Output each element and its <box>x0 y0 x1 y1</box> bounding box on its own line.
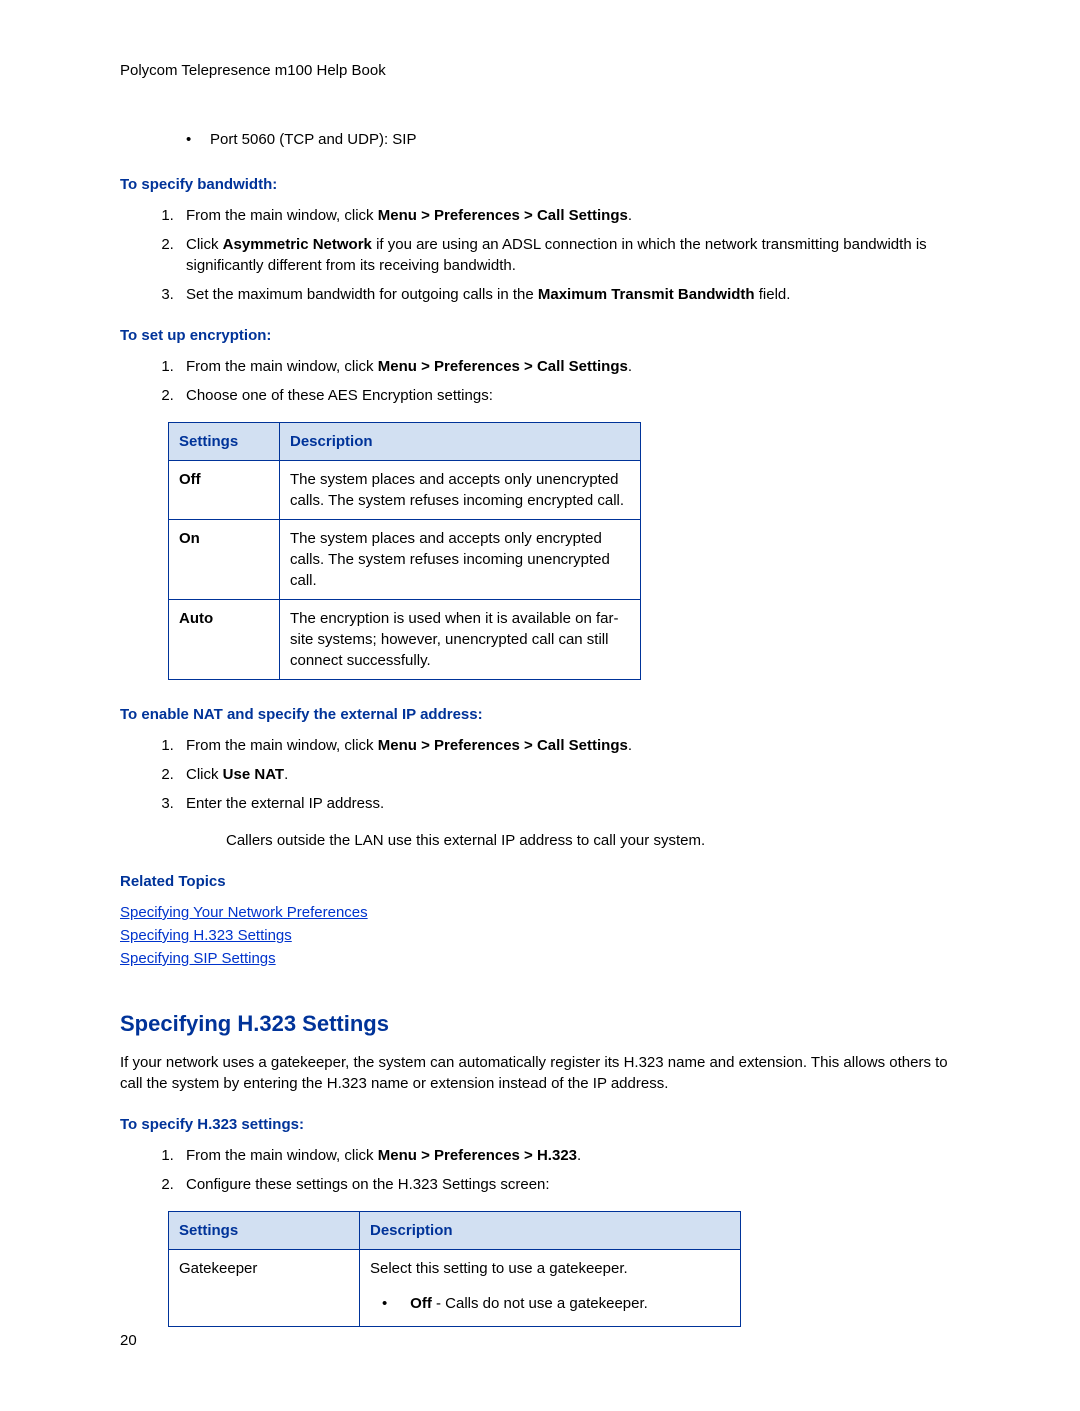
col-description: Description <box>280 423 641 461</box>
gatekeeper-options: Off - Calls do not use a gatekeeper. <box>370 1293 730 1314</box>
text: - Calls do not use a gatekeeper. <box>432 1295 648 1312</box>
heading-related: Related Topics <box>120 871 970 892</box>
h323-table: Settings Description Gatekeeper Select t… <box>168 1211 741 1327</box>
bandwidth-step-2: Click Asymmetric Network if you are usin… <box>178 234 970 276</box>
table-header-row: Settings Description <box>169 423 641 461</box>
col-description: Description <box>360 1211 741 1249</box>
text: . <box>628 737 632 754</box>
h323-intro: If your network uses a gatekeeper, the s… <box>120 1052 970 1094</box>
menu-path: Menu > Preferences > Call Settings <box>378 737 628 754</box>
nat-step-1: From the main window, click Menu > Prefe… <box>178 735 970 756</box>
field-name: Maximum Transmit Bandwidth <box>538 286 755 303</box>
heading-bandwidth: To specify bandwidth: <box>120 174 970 195</box>
text: . <box>628 207 632 224</box>
description-cell: The system places and accepts only unenc… <box>280 461 641 520</box>
option-name: Use NAT <box>223 766 284 783</box>
related-link-sip[interactable]: Specifying SIP Settings <box>120 948 276 969</box>
related-link-h323[interactable]: Specifying H.323 Settings <box>120 925 292 946</box>
text: . <box>284 766 288 783</box>
text: . <box>577 1147 581 1164</box>
gatekeeper-option-off: Off - Calls do not use a gatekeeper. <box>406 1293 730 1314</box>
desc-line: Select this setting to use a gatekeeper. <box>370 1258 730 1279</box>
port-list: Port 5060 (TCP and UDP): SIP <box>120 129 970 150</box>
encryption-step-1: From the main window, click Menu > Prefe… <box>178 356 970 377</box>
text: From the main window, click <box>186 358 378 375</box>
menu-path: Menu > Preferences > Call Settings <box>378 358 628 375</box>
text: . <box>628 358 632 375</box>
encryption-step-2: Choose one of these AES Encryption setti… <box>178 385 970 406</box>
text: From the main window, click <box>186 737 378 754</box>
encryption-table: Settings Description Off The system plac… <box>168 422 641 680</box>
menu-path: Menu > Preferences > Call Settings <box>378 207 628 224</box>
page-number: 20 <box>120 1330 137 1351</box>
encryption-steps: From the main window, click Menu > Prefe… <box>120 356 970 406</box>
text: field. <box>755 286 791 303</box>
h323-title: Specifying H.323 Settings <box>120 1009 970 1040</box>
description-cell: Select this setting to use a gatekeeper.… <box>360 1249 741 1326</box>
nat-steps: From the main window, click Menu > Prefe… <box>120 735 970 814</box>
option-name: Off <box>410 1295 432 1312</box>
document-header: Polycom Telepresence m100 Help Book <box>120 60 970 81</box>
table-row: Auto The encryption is used when it is a… <box>169 600 641 680</box>
setting-cell: Off <box>169 461 280 520</box>
description-cell: The system places and accepts only encry… <box>280 520 641 600</box>
bandwidth-steps: From the main window, click Menu > Prefe… <box>120 205 970 305</box>
document-page: Polycom Telepresence m100 Help Book Port… <box>0 0 1080 1411</box>
table-row: On The system places and accepts only en… <box>169 520 641 600</box>
text: Click <box>186 766 223 783</box>
text: From the main window, click <box>186 207 378 224</box>
setting-cell: Gatekeeper <box>169 1249 360 1326</box>
related-link-network-prefs[interactable]: Specifying Your Network Preferences <box>120 902 368 923</box>
h323-step-2: Configure these settings on the H.323 Se… <box>178 1174 970 1195</box>
text: From the main window, click <box>186 1147 378 1164</box>
bandwidth-step-3: Set the maximum bandwidth for outgoing c… <box>178 284 970 305</box>
table-row: Off The system places and accepts only u… <box>169 461 641 520</box>
nat-note: Callers outside the LAN use this externa… <box>226 830 970 851</box>
col-settings: Settings <box>169 1211 360 1249</box>
description-cell: The encryption is used when it is availa… <box>280 600 641 680</box>
menu-path: Menu > Preferences > H.323 <box>378 1147 577 1164</box>
h323-steps: From the main window, click Menu > Prefe… <box>120 1145 970 1195</box>
text: Set the maximum bandwidth for outgoing c… <box>186 286 538 303</box>
heading-h323-steps: To specify H.323 settings: <box>120 1114 970 1135</box>
bandwidth-step-1: From the main window, click Menu > Prefe… <box>178 205 970 226</box>
col-settings: Settings <box>169 423 280 461</box>
table-header-row: Settings Description <box>169 1211 741 1249</box>
text: Click <box>186 236 223 253</box>
nat-step-2: Click Use NAT. <box>178 764 970 785</box>
setting-cell: On <box>169 520 280 600</box>
nat-step-3: Enter the external IP address. <box>178 793 970 814</box>
port-item: Port 5060 (TCP and UDP): SIP <box>210 129 970 150</box>
option-name: Asymmetric Network <box>223 236 372 253</box>
table-row: Gatekeeper Select this setting to use a … <box>169 1249 741 1326</box>
h323-step-1: From the main window, click Menu > Prefe… <box>178 1145 970 1166</box>
setting-cell: Auto <box>169 600 280 680</box>
heading-encryption: To set up encryption: <box>120 325 970 346</box>
heading-nat: To enable NAT and specify the external I… <box>120 704 970 725</box>
related-links: Specifying Your Network Preferences Spec… <box>120 902 970 969</box>
